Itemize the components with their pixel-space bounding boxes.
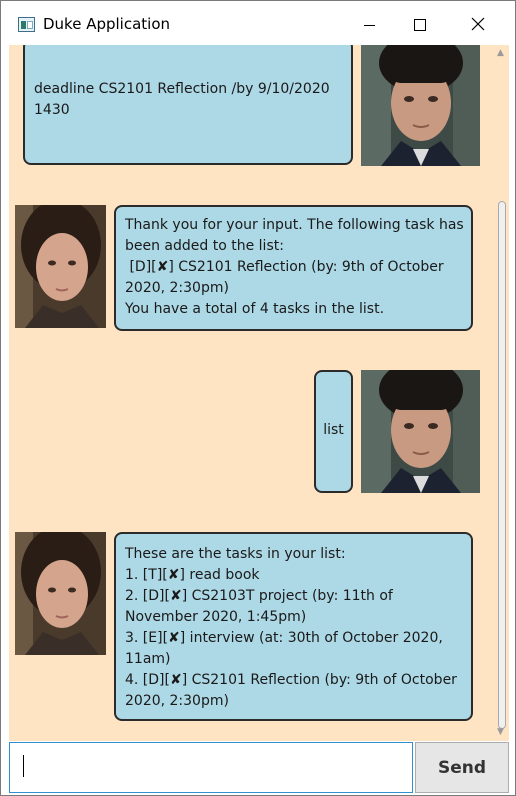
message-line: Thank you for your input. The following … — [125, 217, 464, 233]
duke-message-bubble: Thank you for your input. The following … — [114, 205, 473, 331]
dialog-scroll-pane[interactable]: deadline CS2101 Reflection /by 9/10/2020… — [9, 45, 509, 741]
message-line: 2020, 2:30pm) — [125, 280, 229, 296]
message-line: 2. [D][✘] CS2103T project (by: 11th of — [125, 588, 393, 604]
message-line: deadline CS2101 Reflection /by 9/10/2020 — [34, 81, 330, 97]
app-icon — [18, 17, 35, 32]
maximize-button[interactable] — [397, 1, 443, 45]
user-avatar — [361, 45, 480, 166]
close-button[interactable] — [455, 1, 501, 45]
vertical-scrollbar[interactable]: ▲ ▼ — [495, 45, 509, 741]
text-caret — [23, 755, 24, 777]
scrollbar-thumb[interactable] — [498, 201, 506, 729]
user-avatar — [361, 370, 480, 493]
close-icon — [471, 17, 485, 31]
minimize-button[interactable] — [347, 1, 393, 45]
duke-avatar — [15, 532, 106, 655]
duke-avatar — [15, 205, 106, 328]
duke-message-bubble: These are the tasks in your list: 1. [T]… — [114, 532, 473, 721]
scroll-up-icon[interactable]: ▲ — [497, 48, 504, 58]
input-row: Send — [9, 741, 509, 793]
message-line: 2020, 2:30pm) — [125, 693, 229, 709]
message-line: These are the tasks in your list: — [125, 546, 346, 562]
message-line: 1430 — [34, 102, 70, 118]
message-line: 1. [T][✘] read book — [125, 567, 260, 583]
message-input[interactable] — [9, 742, 413, 793]
user-message-bubble: list — [314, 370, 353, 493]
maximize-icon — [414, 19, 426, 31]
scroll-down-icon[interactable]: ▼ — [497, 727, 504, 737]
message-line: been added to the list: — [125, 238, 284, 254]
message-line: November 2020, 1:45pm) — [125, 609, 307, 625]
message-line: list — [323, 422, 344, 438]
window-title: Duke Application — [43, 15, 171, 33]
minimize-icon — [364, 25, 375, 26]
send-button[interactable]: Send — [415, 742, 509, 793]
message-line: 11am) — [125, 651, 171, 667]
title-bar[interactable]: Duke Application — [1, 1, 515, 45]
app-window: Duke Application deadline CS2101 Reflect… — [0, 0, 516, 796]
message-line: You have a total of 4 tasks in the list. — [125, 301, 385, 317]
message-line: 3. [E][✘] interview (at: 30th of October… — [125, 630, 443, 646]
message-line: 4. [D][✘] CS2101 Reflection (by: 9th of … — [125, 672, 457, 688]
user-message-bubble: deadline CS2101 Reflection /by 9/10/2020… — [23, 45, 353, 165]
message-line: [D][✘] CS2101 Reflection (by: 9th of Oct… — [125, 259, 444, 275]
